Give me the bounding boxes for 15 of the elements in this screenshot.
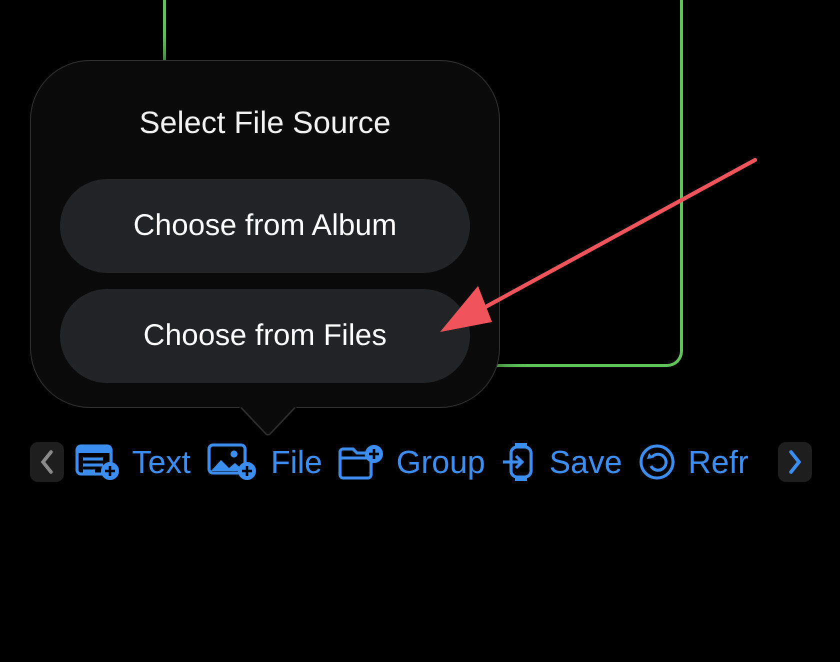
option-button[interactable]: Choose from Files: [60, 289, 470, 383]
chevron-right-icon: [787, 449, 803, 475]
toolbar-button[interactable]: Save: [501, 443, 622, 481]
popover-title: Select File Source: [139, 105, 391, 142]
text-document-add-icon: [74, 444, 120, 480]
image-add-icon: [206, 443, 259, 481]
refresh-icon: [638, 443, 676, 481]
toolbar-button[interactable]: Text: [74, 444, 191, 480]
folder-add-icon: [338, 444, 384, 480]
scroll-right-button[interactable]: [778, 442, 812, 482]
toolbar-button[interactable]: File: [206, 443, 322, 481]
chevron-left-icon: [39, 449, 55, 475]
toolbar-button[interactable]: Refr: [638, 443, 749, 481]
toolbar-button[interactable]: Group: [338, 444, 486, 480]
option-button[interactable]: Choose from Album: [60, 179, 470, 273]
